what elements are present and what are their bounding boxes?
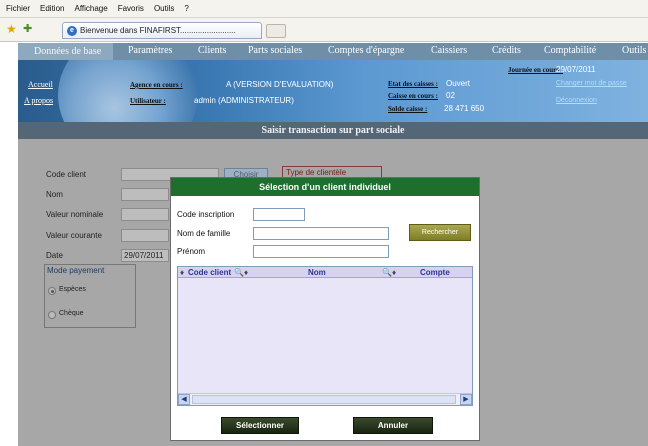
nav-donnees-de-base[interactable]: Données de base: [18, 43, 114, 60]
globe-image: [58, 60, 198, 122]
client-selection-dialog: Sélection d'un client individuel Code in…: [170, 177, 480, 441]
solde-label: Solde caisse :: [388, 105, 428, 113]
nav-credits[interactable]: Crédits: [492, 45, 521, 56]
search-col-icon[interactable]: 🔍: [382, 267, 392, 278]
ie-icon: e: [67, 25, 77, 36]
date-input[interactable]: 29/07/2011: [121, 249, 169, 262]
nav-comptabilite[interactable]: Comptabilité: [544, 45, 596, 56]
caisse-value: 02: [446, 91, 455, 100]
sort-icon[interactable]: ♦: [244, 267, 248, 278]
agence-label: Agence en cours :: [130, 81, 183, 89]
col-code-client[interactable]: Code client: [188, 267, 231, 278]
search-button[interactable]: Rechercher: [409, 224, 471, 241]
nav-outils[interactable]: Outils: [622, 45, 646, 56]
col-compte[interactable]: Compte: [420, 267, 450, 278]
solde-value: 28 471 650: [444, 104, 485, 113]
grid-header: ♦ Code client 🔍 ♦ Nom 🔍 ♦ Compte: [178, 267, 472, 278]
add-favorite-icon[interactable]: ✚: [23, 22, 32, 35]
favorites-star-icon[interactable]: ★: [6, 22, 17, 36]
type-clientele-label: Type de clientèle: [286, 168, 347, 177]
mode-paiement-label: Mode payement: [47, 266, 105, 275]
scroll-thumb[interactable]: [192, 395, 456, 404]
menu-help[interactable]: ?: [184, 4, 188, 13]
cheque-label: Chèque: [59, 310, 84, 317]
nav-comptes-epargne[interactable]: Comptes d'épargne: [328, 45, 404, 56]
journee-value: 29/07/2011: [556, 65, 596, 74]
etat-caisses-value: Ouvert: [446, 79, 471, 88]
nav-parts-sociales[interactable]: Parts sociales: [248, 45, 302, 56]
accueil-link[interactable]: Accueil: [28, 80, 53, 89]
logout-link[interactable]: Déconnexion: [556, 97, 597, 104]
prenom-input[interactable]: [253, 245, 389, 258]
scroll-right-icon[interactable]: ▶: [460, 394, 472, 405]
journee-label: Journée en cours :: [508, 66, 564, 74]
mode-paiement-group: Mode payement Espèces Chèque: [44, 264, 136, 328]
grid-body: [178, 278, 472, 394]
nav-parametres[interactable]: Paramètres: [128, 45, 172, 56]
nom-input[interactable]: [121, 188, 169, 201]
a-propos-link[interactable]: A propos: [24, 96, 53, 105]
menu-fichier[interactable]: Fichier: [6, 4, 30, 13]
valeur-nominale-input[interactable]: [121, 208, 169, 221]
agence-value: A (VERSION D'EVALUATION): [226, 80, 334, 89]
nom-famille-label: Nom de famille: [177, 229, 231, 238]
date-label: Date: [46, 251, 63, 260]
nav-caissiers[interactable]: Caissiers: [431, 45, 467, 56]
user-label: Utilisateur :: [130, 97, 166, 105]
code-inscription-label: Code inscription: [177, 210, 235, 219]
search-col-icon[interactable]: 🔍: [234, 267, 244, 278]
especes-radio[interactable]: [48, 287, 56, 295]
user-value: admin (ADMINISTRATEUR): [194, 96, 294, 105]
cheque-radio[interactable]: [48, 311, 56, 319]
change-password-link[interactable]: Changer mot de passe: [556, 80, 627, 87]
menu-outils[interactable]: Outils: [154, 4, 174, 13]
prenom-label: Prénom: [177, 247, 206, 256]
page-title: Saisir transaction sur part sociale: [18, 122, 648, 139]
valeur-courante-label: Valeur courante: [46, 231, 102, 240]
sort-icon[interactable]: ♦: [392, 267, 396, 278]
code-inscription-input[interactable]: [253, 208, 305, 221]
menu-favoris[interactable]: Favoris: [118, 4, 144, 13]
client-results-grid: ♦ Code client 🔍 ♦ Nom 🔍 ♦ Compte ◀ ▶: [177, 266, 473, 406]
code-client-label: Code client: [46, 170, 87, 179]
browser-tab[interactable]: e Bienvenue dans FINAFIRST..............…: [62, 22, 262, 39]
app-nav: Données de base Paramètres Clients Parts…: [18, 43, 648, 60]
select-button[interactable]: Sélectionner: [221, 417, 299, 434]
header-banner: Accueil A propos Agence en cours : A (VE…: [18, 60, 648, 122]
nav-clients[interactable]: Clients: [198, 45, 226, 56]
browser-tab-title: Bienvenue dans FINAFIRST................…: [80, 26, 236, 35]
browser-tabbar: ★ ✚ e Bienvenue dans FINAFIRST..........…: [0, 18, 648, 42]
new-tab-button[interactable]: [266, 24, 286, 38]
horizontal-scrollbar[interactable]: ◀ ▶: [178, 393, 472, 405]
sort-icon[interactable]: ♦: [180, 267, 184, 278]
col-nom[interactable]: Nom: [308, 267, 326, 278]
menu-affichage[interactable]: Affichage: [74, 4, 107, 13]
especes-label: Espèces: [59, 286, 86, 293]
cancel-button[interactable]: Annuler: [353, 417, 433, 434]
nom-label: Nom: [46, 190, 63, 199]
etat-caisses-label: Etat des caisses :: [388, 80, 438, 88]
browser-menubar: Fichier Edition Affichage Favoris Outils…: [0, 0, 648, 18]
valeur-nominale-label: Valeur nominale: [46, 210, 104, 219]
valeur-courante-input[interactable]: [121, 229, 169, 242]
dialog-title: Sélection d'un client individuel: [171, 178, 479, 196]
nom-famille-input[interactable]: [253, 227, 389, 240]
caisse-label: Caisse en cours :: [388, 92, 438, 100]
menu-edition[interactable]: Edition: [40, 4, 64, 13]
scroll-left-icon[interactable]: ◀: [178, 394, 190, 405]
